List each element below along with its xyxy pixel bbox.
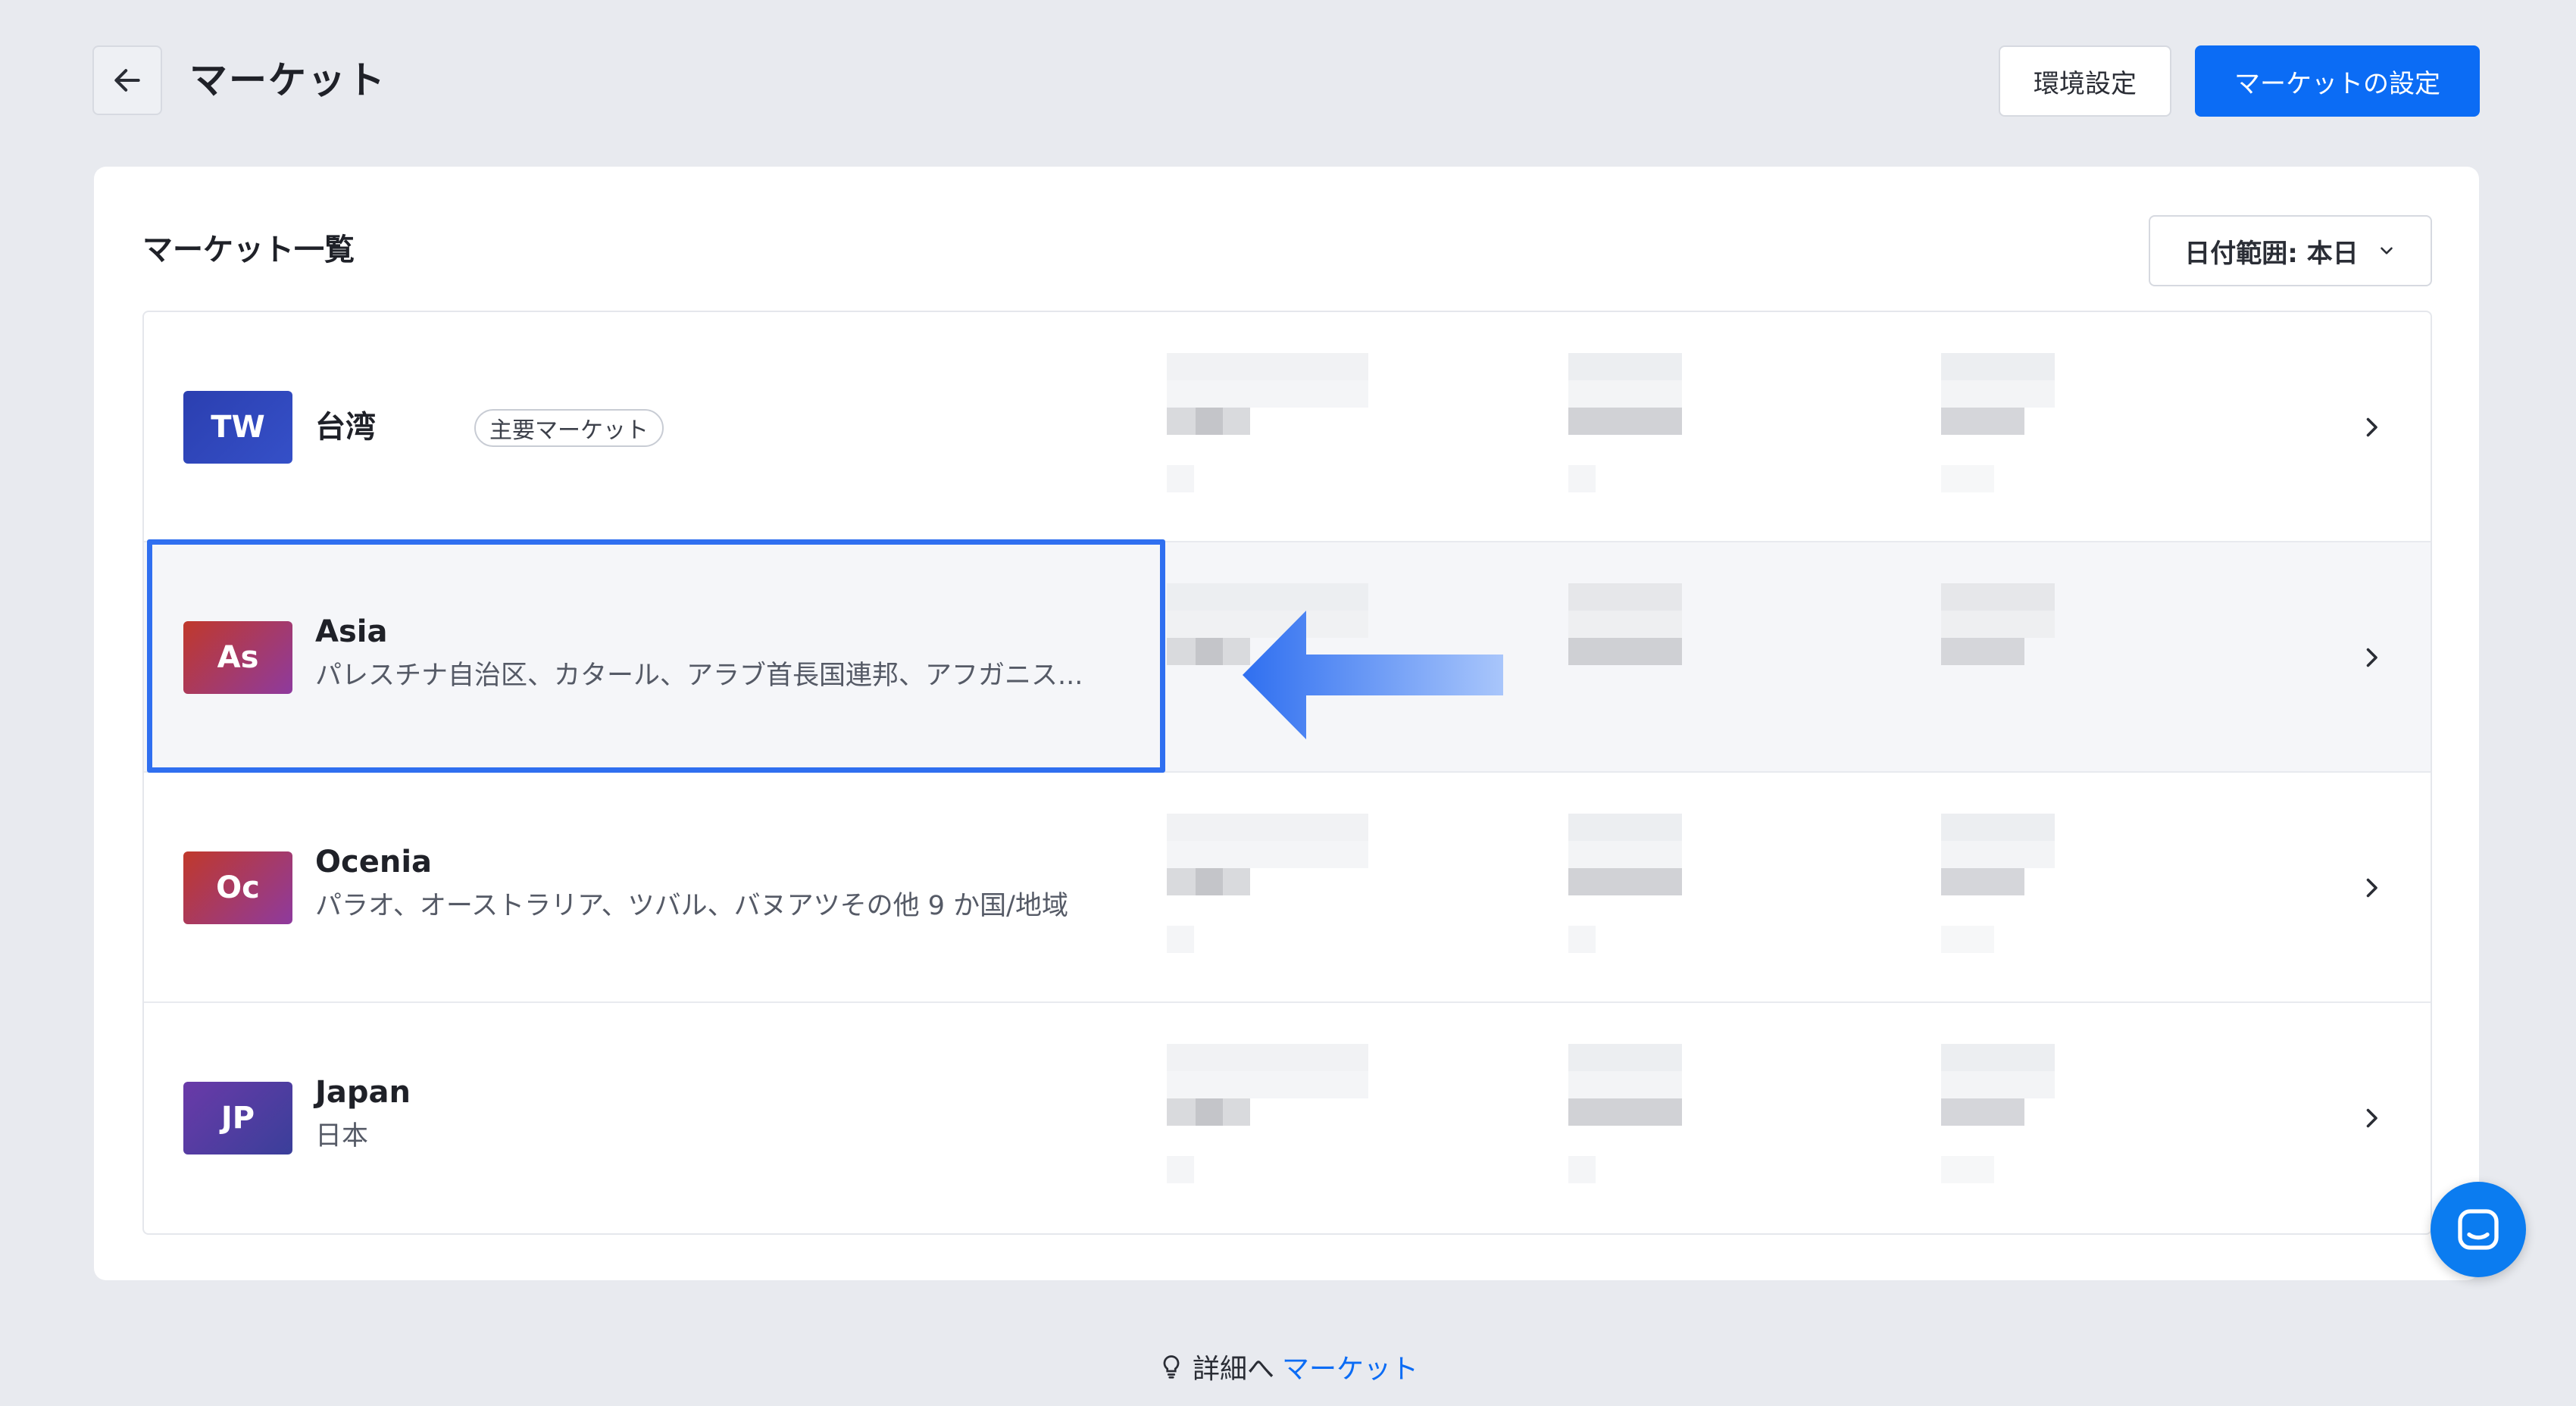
market-badge: JP bbox=[183, 1082, 292, 1154]
market-list: TW 台湾 主要マーケット As Asia パレスチナ自治区、カタール、アラブ首… bbox=[142, 311, 2432, 1235]
markets-page: マーケット 環境設定 マーケットの設定 マーケット一覧 日付範囲: 本日 TW … bbox=[0, 0, 2576, 1406]
chat-icon bbox=[2458, 1209, 2499, 1250]
chevron-right-icon[interactable] bbox=[2356, 1103, 2387, 1133]
market-badge: Oc bbox=[183, 851, 292, 924]
back-button[interactable] bbox=[92, 45, 162, 115]
highlight-box bbox=[147, 539, 1165, 773]
back-arrow-icon bbox=[114, 69, 140, 92]
footer-prefix: 詳細へ bbox=[1192, 1354, 1274, 1385]
chevron-right-icon[interactable] bbox=[2356, 642, 2387, 673]
market-name: 台湾 bbox=[315, 410, 376, 445]
footer-help: 詳細へ マーケット bbox=[0, 1347, 2576, 1386]
markets-help-link[interactable]: マーケット bbox=[1282, 1347, 1418, 1386]
market-name: Japan bbox=[315, 1075, 411, 1110]
chevron-down-icon bbox=[2380, 247, 2393, 255]
card-title: マーケット一覧 bbox=[142, 233, 355, 267]
market-row-japan[interactable]: JP Japan 日本 bbox=[144, 1003, 2431, 1233]
lightbulb-icon bbox=[1163, 1355, 1180, 1379]
chevron-right-icon[interactable] bbox=[2356, 412, 2387, 442]
market-row-taiwan[interactable]: TW 台湾 主要マーケット bbox=[144, 312, 2431, 542]
page-title: マーケット bbox=[189, 58, 386, 102]
market-badge: TW bbox=[183, 391, 292, 464]
market-settings-button[interactable]: マーケットの設定 bbox=[2195, 45, 2480, 117]
market-description: 日本 bbox=[315, 1121, 369, 1151]
market-row-ocenia[interactable]: Oc Ocenia パラオ、オーストラリア、ツバル、バヌアツその他 9 か国/地… bbox=[144, 773, 2431, 1003]
preferences-button[interactable]: 環境設定 bbox=[1999, 45, 2171, 117]
chevron-right-icon[interactable] bbox=[2356, 873, 2387, 903]
market-description: パラオ、オーストラリア、ツバル、バヌアツその他 9 か国/地域 bbox=[315, 891, 1068, 921]
market-name: Ocenia bbox=[315, 845, 433, 880]
date-range-label: 日付範囲: 本日 bbox=[2184, 238, 2359, 269]
chat-button[interactable] bbox=[2431, 1182, 2526, 1277]
primary-market-tag: 主要マーケット bbox=[474, 409, 664, 447]
pointer-arrow-icon bbox=[1243, 611, 1503, 739]
date-range-select[interactable]: 日付範囲: 本日 bbox=[2149, 215, 2432, 286]
